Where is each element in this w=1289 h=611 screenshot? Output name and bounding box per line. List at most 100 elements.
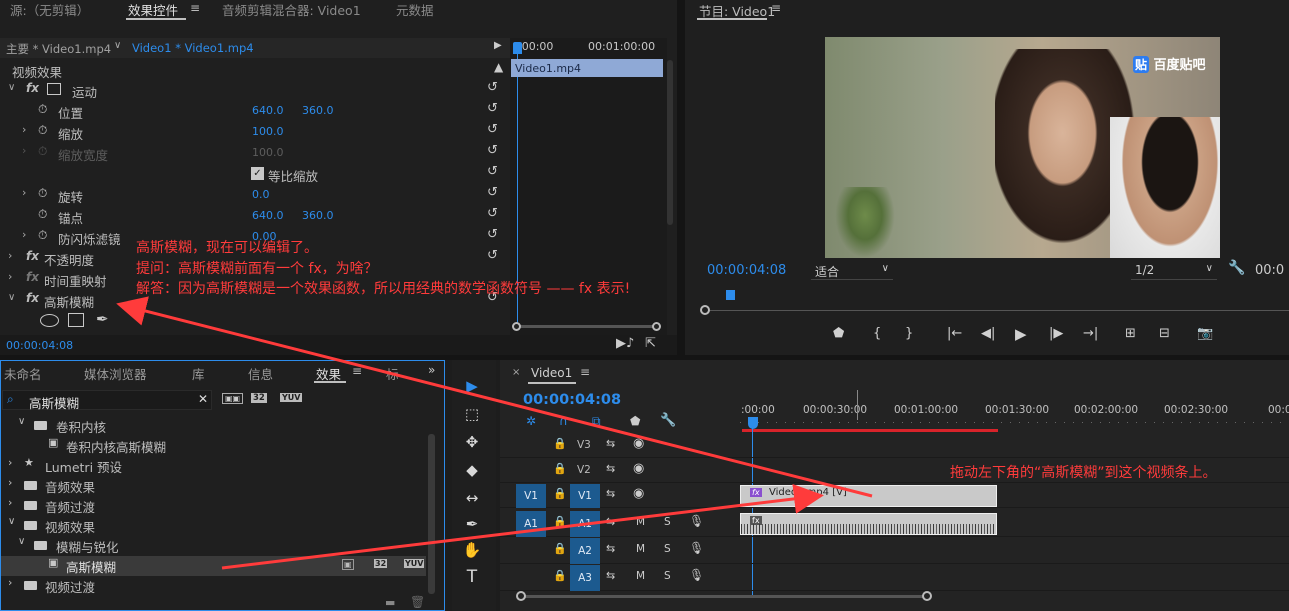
tab-effect-controls[interactable]: 效果控件: [128, 0, 178, 19]
chevron-down-icon[interactable]: ∨: [8, 292, 15, 303]
effect-row-scale[interactable]: › ⏱ 缩放 100.0 ↺: [0, 122, 510, 143]
panel-divider[interactable]: [677, 0, 685, 355]
timeline-timecode[interactable]: 00:00:04:08: [523, 392, 621, 408]
yuv-effects-badge[interactable]: YUV: [280, 393, 303, 402]
sync-lock-icon[interactable]: ⇆: [606, 515, 615, 528]
solo-button[interactable]: S: [664, 570, 671, 582]
mask-ellipse-icon[interactable]: [40, 314, 59, 327]
step-back-icon[interactable]: ◀|: [981, 326, 995, 341]
chevron-right-icon[interactable]: ›: [8, 496, 12, 509]
eye-icon[interactable]: ◉: [633, 436, 644, 451]
panel-menu-icon[interactable]: ≡: [771, 1, 781, 15]
effects-search-field[interactable]: ⌕ 高斯模糊 ✕: [2, 390, 212, 412]
reset-icon[interactable]: ↺: [487, 164, 498, 179]
mute-button[interactable]: M: [636, 543, 645, 555]
reset-icon[interactable]: ↺: [487, 122, 498, 137]
tree-folder-audio-effects[interactable]: › 音频效果: [0, 476, 430, 496]
effect-controls-scrollbar[interactable]: [667, 60, 673, 225]
pen-tool-icon[interactable]: ✒: [458, 512, 486, 536]
uniform-scale-checkbox[interactable]: ✓: [251, 167, 264, 180]
tree-folder-video-effects[interactable]: ∨ 视频效果: [0, 516, 430, 536]
mark-in-icon[interactable]: {: [873, 326, 881, 341]
chevron-right-icon[interactable]: ›: [8, 249, 12, 262]
lock-icon[interactable]: 🔒: [553, 487, 567, 500]
panel-divider[interactable]: [0, 355, 1289, 360]
chevron-right-icon[interactable]: ›: [8, 270, 12, 283]
chevron-down-icon[interactable]: ∨: [8, 82, 15, 93]
reset-icon[interactable]: ↺: [487, 185, 498, 200]
effect-row-position[interactable]: ⏱ 位置 640.0 360.0 ↺: [0, 101, 510, 122]
effect-row-uniform-scale[interactable]: ✓ 等比缩放 ↺: [0, 164, 510, 185]
video-clip[interactable]: fx Video1.mp4 [V]: [740, 485, 997, 507]
program-timecode[interactable]: 00:00:04:08: [707, 263, 786, 278]
chevron-right-icon[interactable]: ›: [22, 144, 26, 157]
effect-row-anchor[interactable]: ⏱ 锚点 640.0 360.0 ↺: [0, 206, 510, 227]
tree-folder-video-transitions[interactable]: › 视频过渡: [0, 576, 430, 596]
program-scrub-bar[interactable]: [703, 310, 1289, 311]
settings-wrench-icon[interactable]: 🔧: [660, 413, 676, 428]
mini-scroll-handle-right[interactable]: [652, 322, 661, 331]
program-scroll-handle-left[interactable]: [700, 305, 710, 315]
collapse-up-icon[interactable]: ▲: [494, 60, 503, 74]
source-patch-v1[interactable]: V1: [516, 484, 546, 508]
stopwatch-icon[interactable]: ⏱: [38, 123, 47, 138]
type-tool-icon[interactable]: T: [458, 565, 486, 589]
add-marker-icon[interactable]: ⬟: [630, 414, 640, 428]
clip-tab-master[interactable]: 主要 * Video1.mp4: [6, 41, 111, 57]
overwrite-icon[interactable]: ⊟: [1159, 326, 1170, 341]
lock-icon[interactable]: 🔒: [553, 437, 567, 450]
tree-folder-lumetri[interactable]: › ★ Lumetri 预设: [0, 456, 430, 476]
timeline-scroll-handle-left[interactable]: [516, 591, 526, 601]
add-marker-icon[interactable]: ⬟: [833, 326, 844, 341]
play-icon[interactable]: ▶: [1015, 325, 1027, 343]
track-select-tool-icon[interactable]: ⬚: [458, 402, 486, 426]
microphone-icon[interactable]: 🎙: [689, 514, 704, 528]
slip-tool-icon[interactable]: ↔: [458, 486, 486, 510]
sync-lock-icon[interactable]: ⇆: [606, 462, 615, 475]
chevron-right-icon[interactable]: ›: [8, 456, 12, 469]
tab-project[interactable]: 未命名: [4, 364, 42, 383]
microphone-icon[interactable]: 🎙: [689, 541, 704, 555]
timeline-scrollbar-track[interactable]: [522, 595, 929, 598]
export-frame-icon[interactable]: 📷: [1197, 326, 1213, 341]
close-sequence-icon[interactable]: ×: [512, 367, 520, 378]
step-forward-icon[interactable]: |▶: [1049, 326, 1063, 341]
reset-icon[interactable]: ↺: [487, 206, 498, 221]
tab-metadata[interactable]: 元数据: [396, 0, 434, 19]
effect-controls-timecode[interactable]: 00:00:04:08: [6, 339, 73, 352]
solo-button[interactable]: S: [664, 543, 671, 555]
reset-icon[interactable]: ↺: [487, 101, 498, 116]
stopwatch-icon[interactable]: ⏱: [38, 186, 47, 201]
go-to-out-icon[interactable]: →|: [1083, 326, 1098, 341]
more-tabs-icon[interactable]: »: [428, 363, 435, 377]
tab-libraries[interactable]: 库: [192, 364, 205, 383]
transform-icon[interactable]: [47, 83, 61, 95]
tab-markers[interactable]: 标: [386, 364, 399, 383]
source-patch-a1[interactable]: A1: [516, 511, 546, 537]
scale-value[interactable]: 100.0: [252, 125, 284, 138]
selection-tool-icon[interactable]: ▶: [458, 374, 486, 398]
tab-source[interactable]: 源:（无剪辑）: [10, 0, 89, 19]
reset-icon[interactable]: ↺: [487, 80, 498, 95]
linked-selection-icon[interactable]: ∩: [559, 414, 568, 428]
anchor-y-value[interactable]: 360.0: [302, 209, 334, 222]
tab-media-browser[interactable]: 媒体浏览器: [84, 364, 147, 383]
mute-button[interactable]: M: [636, 516, 645, 528]
insert-icon[interactable]: ⊞: [1125, 326, 1136, 341]
reset-icon[interactable]: ↺: [487, 248, 498, 263]
stopwatch-icon[interactable]: ⏱: [38, 228, 47, 243]
timeline-playhead-head[interactable]: [748, 417, 758, 429]
mini-scroll-handle-left[interactable]: [512, 322, 521, 331]
eye-icon[interactable]: ◉: [633, 461, 644, 476]
chevron-right-icon[interactable]: ›: [8, 576, 12, 589]
tree-folder-convolution[interactable]: ∨ 卷积内核: [0, 416, 430, 436]
effects-search-input[interactable]: 高斯模糊: [29, 393, 79, 412]
tab-info[interactable]: 信息: [248, 364, 273, 383]
timeline-scroll-handle-right[interactable]: [922, 591, 932, 601]
mini-playhead-marker[interactable]: [513, 42, 522, 54]
quality-select[interactable]: 1/2 ∨: [1131, 262, 1217, 280]
new-folder-icon[interactable]: ▬: [385, 596, 395, 609]
chevron-down-icon[interactable]: ∨: [114, 40, 121, 51]
time-ruler[interactable]: :00:00 00:00:30:00 00:01:00:00 00:01:30:…: [740, 390, 1289, 434]
lock-icon[interactable]: 🔒: [553, 515, 567, 528]
